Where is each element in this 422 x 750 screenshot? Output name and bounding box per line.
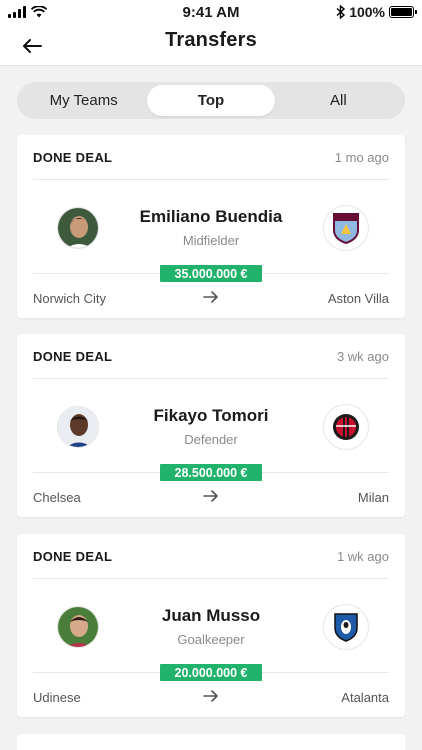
tab-all[interactable]: All <box>275 85 402 116</box>
from-club: Udinese <box>33 690 81 705</box>
card-header: DONE DEAL 1 mo ago <box>33 135 389 180</box>
to-club: Aston Villa <box>327 291 389 306</box>
time-ago: 3 wk ago <box>336 348 389 364</box>
player-name: Emiliano Buendia <box>139 207 283 226</box>
time-ago: 1 wk ago <box>336 548 389 564</box>
transfer-card-partial[interactable] <box>17 734 405 750</box>
from-club: Norwich City <box>33 291 106 306</box>
transfer-fee: 28.500.000 € <box>160 464 262 481</box>
aston-villa-crest-icon <box>323 205 369 251</box>
tab-top[interactable]: Top <box>147 85 275 116</box>
battery-icon <box>389 6 417 18</box>
transfer-arrow-icon <box>203 690 218 702</box>
bluetooth-icon <box>336 5 346 19</box>
page-title: Transfers <box>165 29 257 51</box>
card-header: DONE DEAL 3 wk ago <box>33 334 389 379</box>
from-club: Chelsea <box>33 490 81 505</box>
ac-milan-crest-icon <box>323 404 369 450</box>
status-right: 100% <box>336 4 417 20</box>
player-avatar <box>57 406 99 448</box>
status-bar: 9:41 AM 100% <box>0 0 422 26</box>
battery-percent: 100% <box>349 4 385 20</box>
transfer-filter-tabs: My Teams Top All <box>17 82 405 119</box>
player-position: Midfielder <box>182 233 240 248</box>
transfer-card[interactable]: DONE DEAL 1 mo ago Emiliano Buendia Midf… <box>17 135 405 318</box>
deal-status: DONE DEAL <box>33 149 113 165</box>
card-header: DONE DEAL 1 wk ago <box>33 534 389 579</box>
deal-status: DONE DEAL <box>33 548 113 564</box>
transfer-fee: 20.000.000 € <box>160 664 262 681</box>
deal-status: DONE DEAL <box>33 348 113 364</box>
transfer-arrow-icon <box>203 490 218 502</box>
player-position: Goalkeeper <box>177 632 245 647</box>
time-ago: 1 mo ago <box>334 149 389 165</box>
atalanta-crest-icon <box>323 604 369 650</box>
to-club: Milan <box>357 490 389 505</box>
nav-bar: Transfers <box>0 26 422 66</box>
player-name: Fikayo Tomori <box>153 406 269 425</box>
transfer-fee: 35.000.000 € <box>160 265 262 282</box>
transfer-card[interactable]: DONE DEAL 1 wk ago Juan Musso Goalkeeper… <box>17 534 405 717</box>
player-position: Defender <box>184 432 238 447</box>
tab-my-teams[interactable]: My Teams <box>20 85 147 116</box>
player-avatar <box>57 207 99 249</box>
transfer-arrow-icon <box>203 291 218 303</box>
player-name: Juan Musso <box>161 606 261 625</box>
transfer-card[interactable]: DONE DEAL 3 wk ago Fikayo Tomori Defende… <box>17 334 405 517</box>
player-avatar <box>57 606 99 648</box>
to-club: Atalanta <box>341 690 389 705</box>
